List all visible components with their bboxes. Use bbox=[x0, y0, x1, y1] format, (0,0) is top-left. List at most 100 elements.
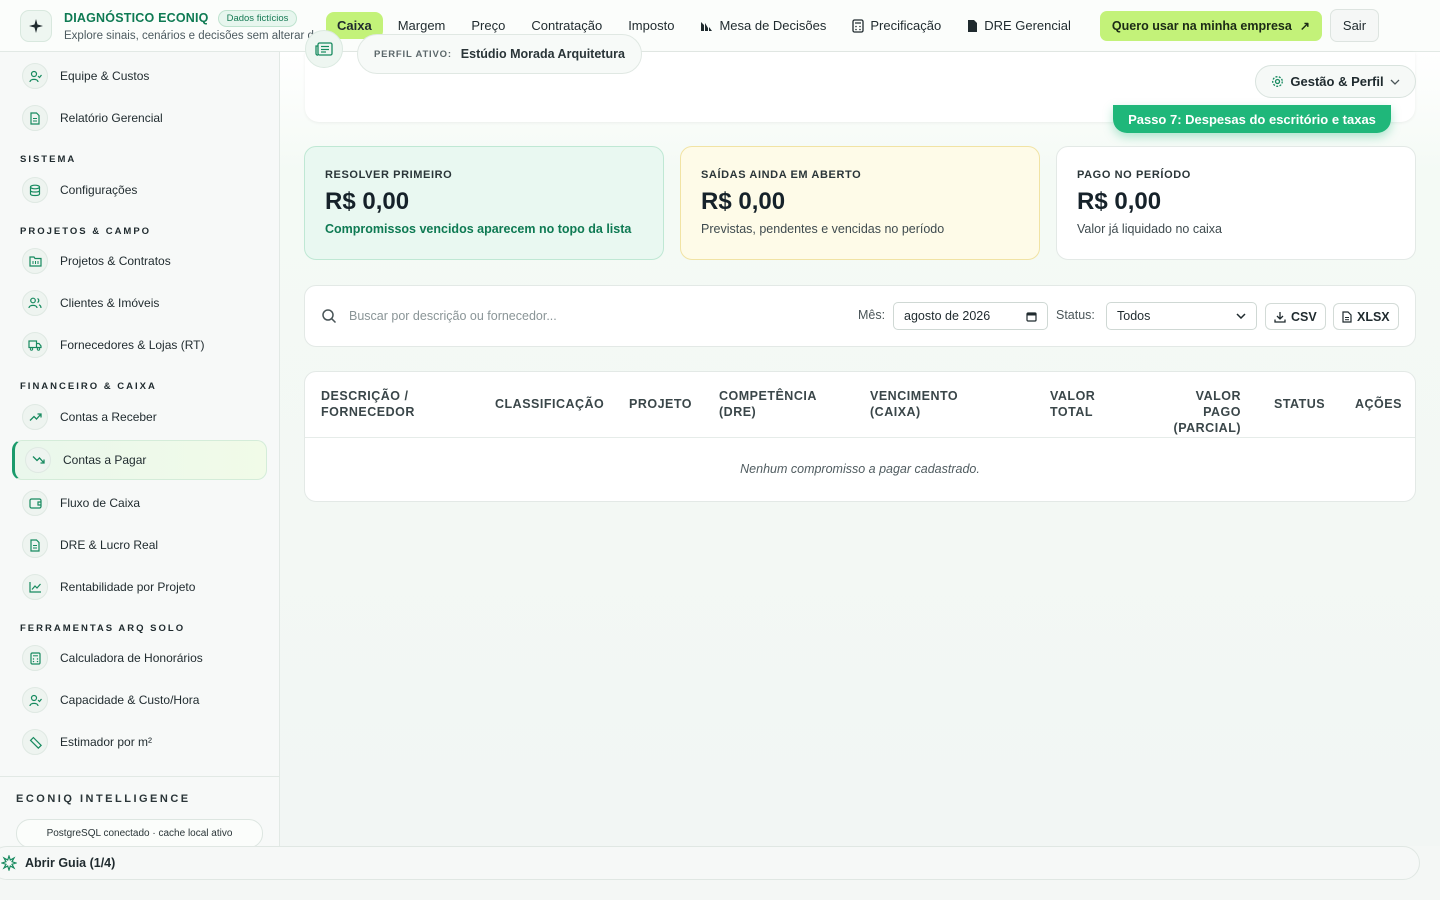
sidebar-item-contas-receber[interactable]: Contas a Receber bbox=[12, 397, 267, 437]
sidebar-item-projetos-contratos[interactable]: Projetos & Contratos bbox=[12, 241, 267, 281]
connection-status: PostgreSQL conectado · cache local ativo bbox=[16, 819, 263, 846]
calendar-icon bbox=[1026, 311, 1037, 322]
kpi-value: R$ 0,00 bbox=[325, 188, 410, 215]
kpi-saidas-aberto: SAÍDAS AINDA EM ABERTO R$ 0,00 Previstas… bbox=[680, 146, 1040, 260]
ruler-icon bbox=[22, 729, 48, 755]
use-in-company-button[interactable]: Quero usar na minha empresa ↗ bbox=[1099, 10, 1322, 41]
column-header-valor-total[interactable]: VALOR TOTAL bbox=[1050, 388, 1095, 420]
section-sistema: SISTEMA bbox=[20, 154, 77, 165]
month-label: Mês: bbox=[858, 308, 886, 322]
nav-label: DRE Gerencial bbox=[984, 18, 1071, 33]
sidebar-item-calculadora-honorarios[interactable]: Calculadora de Honorários bbox=[12, 638, 267, 678]
section-projetos: PROJETOS & CAMPO bbox=[20, 226, 152, 237]
chevron-down-icon bbox=[1390, 79, 1400, 85]
export-csv-button[interactable]: CSV bbox=[1265, 303, 1326, 330]
brand-subtitle: Explore sinais, cenários e decisões sem … bbox=[64, 29, 326, 42]
newspaper-icon bbox=[305, 30, 343, 68]
nav-label: Caixa bbox=[337, 18, 372, 33]
sidebar-item-relatorio-gerencial[interactable]: Relatório Gerencial bbox=[12, 98, 267, 138]
sidebar-item-label: Projetos & Contratos bbox=[60, 254, 171, 268]
status-label: Status: bbox=[1056, 308, 1095, 322]
sidebar-item-rentabilidade-projeto[interactable]: Rentabilidade por Projeto bbox=[12, 567, 267, 607]
cta-label: Quero usar na minha empresa bbox=[1111, 18, 1292, 33]
profile-label: PERFIL ATIVO: bbox=[374, 48, 452, 60]
trend-up-icon bbox=[22, 404, 48, 430]
column-header-classificacao[interactable]: CLASSIFICAÇÃO bbox=[495, 396, 604, 412]
kpi-label: PAGO NO PERÍODO bbox=[1077, 169, 1191, 181]
column-header-descricao[interactable]: DESCRIÇÃO / FORNECEDOR bbox=[321, 388, 415, 420]
gear-icon bbox=[1272, 76, 1284, 87]
brand-title: DIAGNÓSTICO ECONIQ bbox=[64, 11, 209, 25]
kpi-value: R$ 0,00 bbox=[701, 188, 786, 215]
nav-label: Imposto bbox=[628, 18, 675, 33]
export-xlsx-button[interactable]: XLSX bbox=[1333, 303, 1399, 330]
status-select[interactable]: Todos bbox=[1106, 302, 1257, 330]
sidebar-item-label: Fornecedores & Lojas (RT) bbox=[60, 338, 205, 352]
download-icon bbox=[1274, 311, 1286, 323]
demo-data-badge: Dados fictícios bbox=[217, 9, 298, 27]
sidebar-item-equipe-custos[interactable]: Equipe & Custos bbox=[12, 56, 267, 96]
column-header-status[interactable]: STATUS bbox=[1274, 396, 1325, 412]
sparkle-icon bbox=[1, 855, 17, 871]
csv-label: CSV bbox=[1291, 309, 1317, 324]
kpi-label: RESOLVER PRIMEIRO bbox=[325, 169, 453, 181]
file-text-icon bbox=[22, 532, 48, 558]
sidebar-item-label: DRE & Lucro Real bbox=[60, 538, 159, 552]
sidebar-item-fluxo-caixa[interactable]: Fluxo de Caixa bbox=[12, 483, 267, 523]
calculator-icon bbox=[22, 645, 48, 671]
sidebar-item-label: Configurações bbox=[60, 183, 138, 197]
kpi-pago-periodo: PAGO NO PERÍODO R$ 0,00 Valor já liquida… bbox=[1056, 146, 1416, 260]
nav-label: Precificação bbox=[870, 18, 942, 33]
sidebar-item-capacidade-custo-hora[interactable]: Capacidade & Custo/Hora bbox=[12, 680, 267, 720]
sidebar-item-fornecedores-lojas[interactable]: Fornecedores & Lojas (RT) bbox=[12, 325, 267, 365]
payables-table: DESCRIÇÃO / FORNECEDOR CLASSIFICAÇÃO PROJ… bbox=[304, 371, 1416, 502]
search-input[interactable] bbox=[349, 302, 649, 330]
sidebar-item-configuracoes[interactable]: Configurações bbox=[12, 170, 267, 210]
user-check-icon bbox=[22, 63, 48, 89]
tour-step-banner[interactable]: Passo 7: Despesas do escritório e taxas bbox=[1113, 105, 1391, 133]
line-chart-icon bbox=[22, 574, 48, 600]
month-picker[interactable]: agosto de 2026 bbox=[893, 302, 1048, 330]
sidebar-item-label: Clientes & Imóveis bbox=[60, 296, 160, 310]
econiq-intelligence-panel: ECONIQ INTELLIGENCE PostgreSQL conectado… bbox=[0, 776, 279, 846]
nav-precificacao[interactable]: Precificação bbox=[841, 12, 952, 39]
sparkle-logo-icon[interactable] bbox=[20, 9, 52, 42]
sidebar-item-label: Relatório Gerencial bbox=[60, 111, 163, 125]
file-icon bbox=[1342, 310, 1352, 323]
nav-dre-gerencial[interactable]: DRE Gerencial bbox=[956, 12, 1082, 39]
truck-icon bbox=[22, 332, 48, 358]
wallet-icon bbox=[22, 490, 48, 516]
empty-state-message: Nenhum compromisso a pagar cadastrado. bbox=[740, 462, 980, 476]
logout-button[interactable]: Sair bbox=[1329, 9, 1380, 42]
nav-label: Margem bbox=[397, 18, 446, 33]
sidebar-item-estimador-m2[interactable]: Estimador por m² bbox=[12, 722, 267, 762]
active-profile-pill[interactable]: PERFIL ATIVO: Estúdio Morada Arquitetura bbox=[357, 34, 642, 74]
gestao-perfil-button[interactable]: Gestão & Perfil bbox=[1255, 65, 1416, 98]
file-text-icon bbox=[22, 105, 48, 131]
column-header-projeto[interactable]: PROJETO bbox=[629, 396, 692, 412]
section-financeiro: FINANCEIRO & CAIXA bbox=[20, 381, 157, 392]
xlsx-label: XLSX bbox=[1357, 309, 1390, 324]
chevron-down-icon bbox=[1236, 313, 1246, 319]
month-value: agosto de 2026 bbox=[904, 309, 991, 323]
sidebar-item-dre-lucro-real[interactable]: DRE & Lucro Real bbox=[12, 525, 267, 565]
column-header-competencia[interactable]: COMPETÊNCIA (DRE) bbox=[719, 388, 817, 420]
sidebar-item-label: Estimador por m² bbox=[60, 735, 153, 749]
open-guide-bar[interactable]: Abrir Guia (1/4) bbox=[0, 846, 1420, 880]
search-icon bbox=[322, 309, 337, 324]
sidebar-item-clientes-imoveis[interactable]: Clientes & Imóveis bbox=[12, 283, 267, 323]
guide-label: Abrir Guia (1/4) bbox=[25, 856, 116, 870]
brand-block: DIAGNÓSTICO ECONIQ Dados fictícios Explo… bbox=[64, 9, 326, 42]
calculator-icon bbox=[852, 18, 865, 33]
sidebar-item-label: Contas a Receber bbox=[60, 410, 157, 424]
column-header-vencimento[interactable]: VENCIMENTO (CAIXA) bbox=[870, 388, 958, 420]
kpi-description: Compromissos vencidos aparecem no topo d… bbox=[325, 222, 632, 236]
kpi-description: Valor já liquidado no caixa bbox=[1077, 222, 1223, 236]
column-header-valor-pago[interactable]: VALOR PAGO (PARCIAL) bbox=[1155, 388, 1241, 436]
sidebar-item-contas-pagar[interactable]: Contas a Pagar bbox=[12, 440, 267, 480]
sidebar-item-label: Rentabilidade por Projeto bbox=[60, 580, 196, 594]
intel-title: ECONIQ INTELLIGENCE bbox=[16, 793, 191, 805]
nav-mesa-decisoes[interactable]: Mesa de Decisões bbox=[689, 12, 837, 39]
chart-bar-icon bbox=[701, 22, 713, 31]
sidebar-item-label: Calculadora de Honorários bbox=[60, 651, 203, 665]
